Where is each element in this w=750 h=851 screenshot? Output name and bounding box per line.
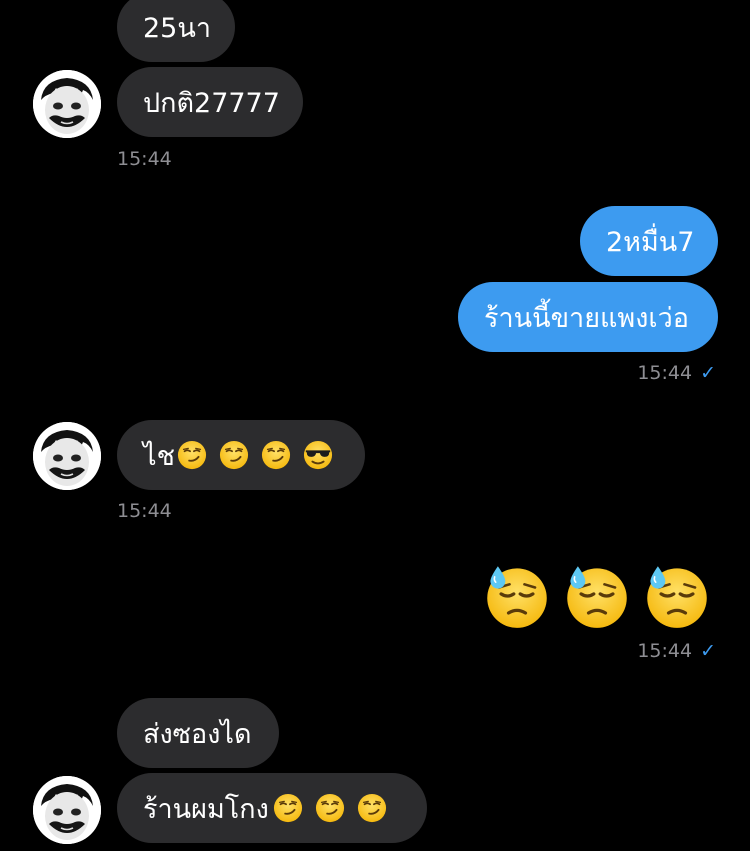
timestamp-text: 15:44: [637, 362, 693, 384]
sent-message-bubble[interactable]: ร้านนี้ขายแพงเว่อ: [458, 282, 718, 352]
message-text: ร้านผมโกง: [143, 793, 269, 825]
received-message-bubble[interactable]: ร้านผมโกง: [117, 773, 427, 843]
message-timestamp: 15:44: [117, 148, 172, 170]
contact-avatar[interactable]: [33, 776, 101, 844]
downcast-sweat-emoji-icon[interactable]: [483, 562, 551, 630]
received-message-bubble[interactable]: ปกติ27777: [117, 67, 303, 137]
message-text: ไช: [143, 440, 175, 472]
message-timestamp-sent: 15:44 ✓: [637, 640, 716, 662]
sunglasses-emoji-icon: [303, 440, 333, 470]
timestamp-text: 15:44: [637, 640, 693, 662]
emoji-group: [273, 793, 387, 823]
message-timestamp: 15:44: [117, 500, 172, 522]
received-message-bubble[interactable]: ส่งซองได: [117, 698, 279, 768]
message-timestamp-sent: 15:44 ✓: [637, 362, 716, 384]
message-text: ส่งซองได: [143, 718, 252, 750]
message-text: 2หมื่น7: [606, 226, 695, 258]
message-text: ปกติ27777: [143, 87, 280, 119]
message-text: ร้านนี้ขายแพงเว่อ: [484, 302, 690, 334]
message-text: 25นา: [143, 12, 211, 44]
smirk-emoji-icon: [273, 793, 303, 823]
contact-avatar[interactable]: [33, 422, 101, 490]
smirk-emoji-icon: [315, 793, 345, 823]
downcast-sweat-emoji-icon[interactable]: [563, 562, 631, 630]
received-message-bubble[interactable]: 25นา: [117, 0, 235, 62]
smirk-emoji-icon: [177, 440, 207, 470]
downcast-sweat-emoji-icon[interactable]: [643, 562, 711, 630]
smirk-emoji-icon: [261, 440, 291, 470]
read-check-icon: ✓: [700, 640, 716, 662]
emoji-group: [177, 440, 333, 470]
contact-avatar[interactable]: [33, 70, 101, 138]
read-check-icon: ✓: [700, 362, 716, 384]
received-message-bubble[interactable]: ไช: [117, 420, 365, 490]
sent-message-bubble[interactable]: 2หมื่น7: [580, 206, 718, 276]
smirk-emoji-icon: [219, 440, 249, 470]
smirk-emoji-icon: [357, 793, 387, 823]
